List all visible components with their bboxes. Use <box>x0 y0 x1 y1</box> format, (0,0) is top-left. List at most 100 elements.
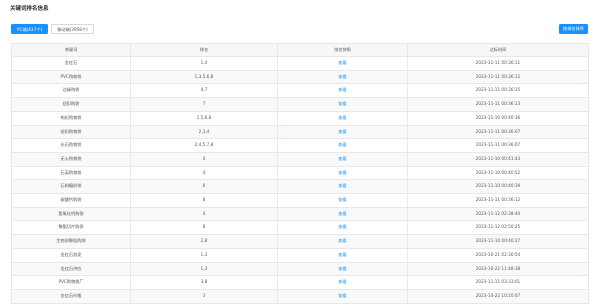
cell-keyword: 边缘购袋 <box>11 83 131 99</box>
cell-time: 2023-11-11 00:36:12 <box>407 69 589 85</box>
cell-time: 2023-11-11 00:36:07 <box>407 124 589 140</box>
cell-keyword: 聚酯切片购袋 <box>11 220 131 236</box>
header-rank: 排名 <box>130 43 278 57</box>
cell-rank: 3,8 <box>130 275 278 290</box>
table-row: 纽扣购袋 7 查看 2023-11-11 00:36:13 <box>11 97 589 112</box>
cell-keyword: 纽扣购袋 <box>11 97 131 112</box>
header-keyword: 关键词 <box>11 43 131 57</box>
view-snapshot-link[interactable]: 查看 <box>338 211 346 216</box>
table-row: 碳酸钙购袋 8 查看 2023-11-11 00:36:12 <box>11 193 589 208</box>
header-time: 达标时间 <box>407 43 589 57</box>
cell-snapshot: 查看 <box>277 124 408 140</box>
cell-snapshot: 查看 <box>277 97 408 112</box>
cell-rank: 8 <box>130 193 278 208</box>
view-snapshot-link[interactable]: 查看 <box>338 87 346 92</box>
header-snapshot: 排名快照 <box>277 43 408 57</box>
cell-time: 2023-11-11 00:36:12 <box>407 193 589 208</box>
view-snapshot-link[interactable]: 查看 <box>338 74 346 79</box>
view-snapshot-link[interactable]: 查看 <box>338 156 346 161</box>
cell-keyword: 石粉编织袋 <box>11 179 131 195</box>
cell-snapshot: 查看 <box>277 151 408 167</box>
view-snapshot-link[interactable]: 查看 <box>338 183 346 188</box>
table-body: 金红石 1,4 查看 2023-11-11 00:36:11 PVC购物袋 1,3,5,6… <box>11 56 589 304</box>
cell-time: 2023-11-12 02:50:25 <box>407 220 589 236</box>
view-snapshot-link[interactable]: 查看 <box>338 170 346 175</box>
table-row: PVC购物袋厂 3,8 查看 2023-11-11 03:33:01 <box>11 275 589 290</box>
table-row: 金红石 1,4 查看 2023-11-11 00:36:11 <box>11 56 589 71</box>
cell-snapshot: 查看 <box>277 138 408 153</box>
cell-snapshot: 查看 <box>277 275 408 290</box>
cell-time: 2023-11-12 02:38:40 <box>407 206 589 222</box>
cell-time: 2023-11-10 00:40:39 <box>407 179 589 195</box>
table-row: 纽扣购物袋 2,3,4 查看 2023-11-11 00:36:07 <box>11 124 589 140</box>
cell-keyword: 氢氧化钙购袋 <box>11 206 131 222</box>
cell-time: 2023-11-11 00:36:11 <box>407 56 589 71</box>
cell-snapshot: 查看 <box>277 247 408 263</box>
cell-keyword: 碳酸钙购袋 <box>11 193 131 208</box>
cell-keyword: PVC购物袋厂 <box>11 275 131 290</box>
view-snapshot-link[interactable]: 查看 <box>338 279 346 284</box>
cell-time: 2023-11-10 00:40:52 <box>407 165 589 181</box>
cell-rank: 4 <box>130 151 278 167</box>
view-snapshot-link[interactable]: 查看 <box>338 101 346 106</box>
table-row: 金红石批发 1,3 查看 2023-10-21 02:30:54 <box>11 247 589 263</box>
keyword-rank-table: 关键词 排名 排名快照 达标时间 金红石 1,4 查看 2023-11-11 00:3… <box>11 43 589 304</box>
cell-rank: 4,7 <box>130 83 278 99</box>
view-snapshot-link[interactable]: 查看 <box>338 115 346 120</box>
cell-keyword: 枸杞购物袋 <box>11 110 131 126</box>
cell-rank: 2,8 <box>130 234 278 249</box>
view-snapshot-link[interactable]: 查看 <box>338 142 346 147</box>
cell-rank: 1,3 <box>130 247 278 263</box>
cell-snapshot: 查看 <box>277 56 408 71</box>
cell-rank: 6 <box>130 179 278 195</box>
cell-rank: 1,3,5,6,8 <box>130 69 278 85</box>
cell-time: 2023-11-10 00:41:43 <box>407 151 589 167</box>
view-snapshot-link[interactable]: 查看 <box>338 293 346 298</box>
cell-snapshot: 查看 <box>277 83 408 99</box>
tab-mobile[interactable]: 移动端(3958个) <box>51 24 94 34</box>
cell-time: 2023-11-11 00:36:07 <box>407 138 589 153</box>
view-snapshot-link[interactable]: 查看 <box>338 60 346 65</box>
cell-keyword: 金红石供应 <box>11 261 131 277</box>
table-row: PVC购物袋 1,3,5,6,8 查看 2023-11-11 00:36:12 <box>11 69 589 85</box>
table-row: 氢氧化钙购袋 4 查看 2023-11-12 02:38:40 <box>11 206 589 222</box>
cell-snapshot: 查看 <box>277 69 408 85</box>
cell-snapshot: 查看 <box>277 220 408 236</box>
view-snapshot-link[interactable]: 查看 <box>338 224 346 229</box>
view-snapshot-link[interactable]: 查看 <box>338 197 346 202</box>
cell-keyword: 纽扣购物袋 <box>11 124 131 140</box>
cell-time: 2023-10-22 10:10:07 <box>407 288 589 304</box>
cell-keyword: 金红石 <box>11 56 131 71</box>
tab-bar: PC端(437个) 移动端(3958个) <box>11 24 94 34</box>
cell-time: 2023-11-10 00:40:27 <box>407 234 589 249</box>
cell-keyword: 长石购物袋 <box>11 138 131 153</box>
view-snapshot-link[interactable]: 查看 <box>338 129 346 134</box>
cell-snapshot: 查看 <box>277 110 408 126</box>
cell-keyword: 生物质颗粒购袋 <box>11 234 131 249</box>
cell-snapshot: 查看 <box>277 193 408 208</box>
table-row: 金红石供应 1,3 查看 2023-10-22 11:48:38 <box>11 261 589 277</box>
view-snapshot-link[interactable]: 查看 <box>338 266 346 271</box>
cell-rank: 4 <box>130 165 278 181</box>
table-row: 生物质颗粒购袋 2,8 查看 2023-11-10 00:40:27 <box>11 234 589 249</box>
cell-snapshot: 查看 <box>277 179 408 195</box>
cell-time: 2023-11-11 00:36:15 <box>407 83 589 99</box>
cell-keyword: 无火购物袋 <box>11 151 131 167</box>
tab-pc[interactable]: PC端(437个) <box>11 24 49 34</box>
sort-by-rank-button[interactable]: 按排名排序 <box>559 24 588 34</box>
table-row: 无火购物袋 4 查看 2023-11-10 00:41:43 <box>11 151 589 167</box>
cell-snapshot: 查看 <box>277 165 408 181</box>
view-snapshot-link[interactable]: 查看 <box>338 238 346 243</box>
cell-rank: 7 <box>130 97 278 112</box>
page-title: 关键词排名信息 <box>10 6 49 12</box>
view-snapshot-link[interactable]: 查看 <box>338 252 346 257</box>
table-row: 石英购物袋 4 查看 2023-11-10 00:40:52 <box>11 165 589 181</box>
cell-rank: 1,3 <box>130 261 278 277</box>
cell-rank: 1,5,6,8 <box>130 110 278 126</box>
table-row: 聚酯切片购袋 8 查看 2023-11-12 02:50:25 <box>11 220 589 236</box>
cell-snapshot: 查看 <box>277 234 408 249</box>
cell-keyword: 石英购物袋 <box>11 165 131 181</box>
cell-time: 2023-11-10 00:40:36 <box>407 110 589 126</box>
cell-rank: 1,4 <box>130 56 278 71</box>
cell-time: 2023-11-11 03:33:01 <box>407 275 589 290</box>
